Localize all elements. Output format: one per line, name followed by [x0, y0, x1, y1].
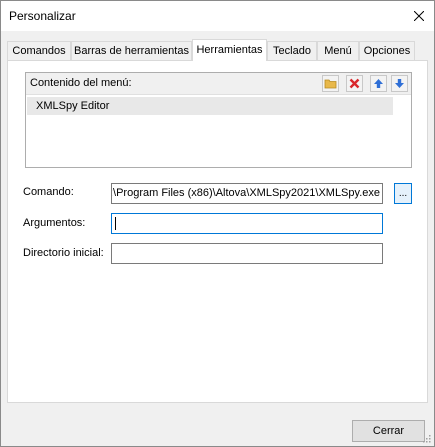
command-label: Comando: [23, 186, 74, 198]
tab-commands[interactable]: Comandos [7, 41, 71, 60]
new-item-button[interactable] [322, 75, 339, 92]
menu-contents-list: Contenido del menú: XMLSpy Editor [25, 72, 412, 168]
arguments-field[interactable] [111, 213, 383, 234]
move-down-button[interactable] [391, 75, 408, 92]
dialog-title: Personalizar [9, 9, 76, 23]
move-down-icon [395, 79, 404, 88]
command-field[interactable]: :\Program Files (x86)\Altova\XMLSpy2021\… [111, 183, 383, 204]
title-bar: Personalizar [1, 1, 434, 31]
close-button[interactable]: Cerrar [352, 420, 425, 442]
initial-directory-field[interactable] [111, 243, 383, 264]
menu-contents-label: Contenido del menú: [30, 77, 132, 89]
menu-contents-header: Contenido del menú: [26, 73, 411, 95]
close-icon [414, 11, 424, 21]
list-item[interactable]: XMLSpy Editor [27, 97, 393, 115]
tab-options[interactable]: Opciones [359, 41, 415, 60]
list-item-label: XMLSpy Editor [36, 100, 110, 112]
arguments-label: Argumentos: [23, 217, 86, 229]
command-value: :\Program Files (x86)\Altova\XMLSpy2021\… [111, 187, 380, 199]
folder-icon [324, 79, 337, 89]
delete-icon [349, 78, 360, 89]
tab-toolbars[interactable]: Barras de herramientas [71, 41, 192, 60]
tab-tools[interactable]: Herramientas [192, 39, 267, 61]
initial-directory-label: Directorio inicial: [23, 247, 104, 259]
tab-menu[interactable]: Menú [317, 41, 359, 60]
resize-grip-icon[interactable] [421, 433, 431, 443]
close-window-button[interactable] [404, 1, 434, 31]
move-up-icon [374, 79, 383, 88]
move-up-button[interactable] [370, 75, 387, 92]
tools-panel: Contenido del menú: XMLSpy Editor Comand… [7, 60, 428, 403]
browse-button[interactable]: ... [394, 183, 412, 204]
text-caret [115, 217, 116, 230]
customize-dialog: Personalizar Comandos Barras de herramie… [0, 0, 435, 447]
tab-keyboard[interactable]: Teclado [267, 41, 317, 60]
delete-item-button[interactable] [346, 75, 363, 92]
